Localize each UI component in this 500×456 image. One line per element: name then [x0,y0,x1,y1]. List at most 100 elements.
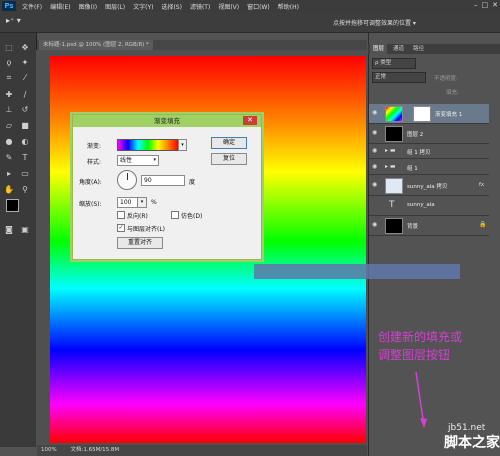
move-tool-icon[interactable]: ✥ [20,43,30,53]
menu-file[interactable]: 文件(F) [18,2,46,11]
layer-filter-select[interactable]: ρ 类型 [372,58,416,69]
dither-label: 仿色(D) [181,213,203,220]
minimize-icon[interactable]: – [474,1,478,9]
angle-dial[interactable] [117,170,137,190]
tab-paths[interactable]: 路径 [410,44,427,54]
dither-checkbox[interactable] [171,211,179,219]
layer-thumbnail [385,218,403,234]
dialog-title: 渐变填充 [73,115,261,127]
tab-layers[interactable]: 图层 [370,44,388,54]
layer-thumbnail [385,106,403,122]
menu-view[interactable]: 视图(V) [214,2,243,11]
crop-tool-icon[interactable]: ⌗ [4,73,14,83]
reset-alignment-button[interactable]: 重置对齐 [117,237,163,249]
magic-wand-icon[interactable]: ✦ [20,58,30,68]
eye-icon[interactable]: ◉ [372,109,377,116]
close-icon[interactable]: ✕ [492,1,498,9]
layer-thumbnail [385,126,403,142]
layer-name: 渐变填充 1 [435,112,463,118]
scale-label: 缩放(S): [79,201,102,208]
reverse-label: 反向(R) [127,213,148,220]
type-tool-icon[interactable]: T [20,153,30,163]
panel-tab-bar: 图层 通道 路径 [368,44,500,54]
scale-dropdown-icon[interactable]: ▾ [137,197,147,208]
angle-input[interactable]: 90 [141,175,185,186]
style-label: 样式: [87,159,102,166]
layer-row[interactable]: ◉ ▸ ▬ 组 1 拷贝 [369,144,489,159]
fx-icon[interactable]: fx [479,182,484,188]
angle-label: 角度(A): [79,179,102,186]
healing-brush-icon[interactable]: ✚ [4,90,14,100]
blur-tool-icon[interactable]: ● [4,137,14,147]
gradient-tool-icon[interactable]: ■ [20,121,30,131]
align-with-layer-checkbox[interactable]: ✓ [117,224,125,232]
layer-name: 图层 2 [407,132,424,138]
eye-icon[interactable]: ◉ [372,147,377,154]
hand-tool-icon[interactable]: ✋ [4,185,14,195]
clone-stamp-icon[interactable]: ⊥ [4,105,14,115]
layer-row[interactable]: ◉ 背景 🔒 [369,216,489,236]
marquee-tool-icon[interactable]: ⬚ [4,43,14,53]
eyedropper-icon[interactable]: ⁄ [20,73,30,83]
annotation-arrow [415,371,427,428]
align-with-layer-label: 与图层对齐(L) [127,226,166,233]
layer-row[interactable]: ◉ ▸ ▬ 组 1 [369,160,489,175]
scale-input[interactable]: 100 [117,197,139,208]
brush-tool-icon[interactable]: ∕ [20,90,30,100]
status-bar: 100% 文档:1.65M/15.8M [37,445,367,456]
menu-type[interactable]: 文字(Y) [129,2,157,11]
tab-channels[interactable]: 通道 [390,44,407,54]
layer-row[interactable]: ◉ 渐变填充 1 [369,104,489,124]
dialog-close-button[interactable]: ✕ [243,116,257,125]
document-tab[interactable]: 未标题-1.psd @ 100% (图层 2, RGB/8) * [39,40,153,50]
eye-icon[interactable]: ◉ [372,129,377,136]
zoom-tool-icon[interactable]: ⚲ [20,185,30,195]
style-select[interactable]: 线性 ▾ [117,155,159,166]
eye-icon[interactable]: ◉ [372,163,377,170]
blend-mode-select[interactable]: 正常 [372,72,426,83]
menu-window[interactable]: 窗口(W) [243,2,274,11]
annotation-text: 创建新的填充或 调整图层按钮 [378,328,490,364]
menu-select[interactable]: 选择(S) [157,2,186,11]
watermark-brand: 脚本之家 [444,435,500,451]
layer-name: 组 1 拷贝 [407,150,431,156]
gradient-label: 渐变: [87,143,102,150]
shape-tool-icon[interactable]: ▭ [20,169,30,179]
menu-help[interactable]: 帮助(H) [274,2,303,11]
gradient-preview[interactable] [117,139,179,151]
quick-mask-icon[interactable]: ◙ [4,225,14,235]
reverse-checkbox[interactable] [117,211,125,219]
opacity-label: 不透明度: [434,76,458,82]
gradient-dropdown-icon[interactable]: ▾ [178,139,187,151]
move-tool-icon[interactable]: ▸⁺ ▾ [6,16,21,25]
angle-unit: 度 [189,179,196,186]
path-select-icon[interactable]: ▸ [4,169,14,179]
zoom-level[interactable]: 100% [41,447,57,453]
ok-button[interactable]: 确定 [211,137,247,149]
layer-row[interactable]: ◉ 图层 2 [369,124,489,144]
style-value: 线性 [120,157,133,164]
eye-icon[interactable]: ◉ [372,181,377,188]
eraser-icon[interactable]: ▱ [4,121,14,131]
screen-mode-icon[interactable]: ▣ [20,225,30,235]
eye-icon[interactable]: ◉ [372,221,377,228]
reset-button[interactable]: 复位 [211,153,247,165]
menu-bar: Ps 文件(F) 编辑(E) 图像(I) 图层(L) 文字(Y) 选择(S) 滤… [0,0,500,12]
menu-layer[interactable]: 图层(L) [101,2,129,11]
menu-edit[interactable]: 编辑(E) [46,2,74,11]
gradient-fill-dialog: 渐变填充 ✕ 渐变: ▾ 样式: 线性 ▾ 角度(A): 90 度 缩放(S):… [72,114,262,260]
foreground-color-swatch[interactable] [6,199,19,212]
maximize-icon[interactable]: □ [482,1,489,9]
history-brush-icon[interactable]: ↺ [20,105,30,115]
doc-info: 文档:1.65M/15.8M [70,447,120,453]
lasso-tool-icon[interactable]: ϙ [4,58,14,68]
layer-row[interactable]: ◉ sunny_aia 拷贝 fx [369,176,489,196]
chevron-down-icon: ▾ [153,157,156,163]
menu-filter[interactable]: 滤镜(T) [186,2,214,11]
folder-icon: ▸ ▬ [385,163,396,170]
text-layer-icon: T [389,200,395,210]
menu-image[interactable]: 图像(I) [75,2,101,11]
dodge-tool-icon[interactable]: ◐ [20,137,30,147]
pen-tool-icon[interactable]: ✎ [4,153,14,163]
layer-row[interactable]: T sunny_aia [369,196,489,216]
